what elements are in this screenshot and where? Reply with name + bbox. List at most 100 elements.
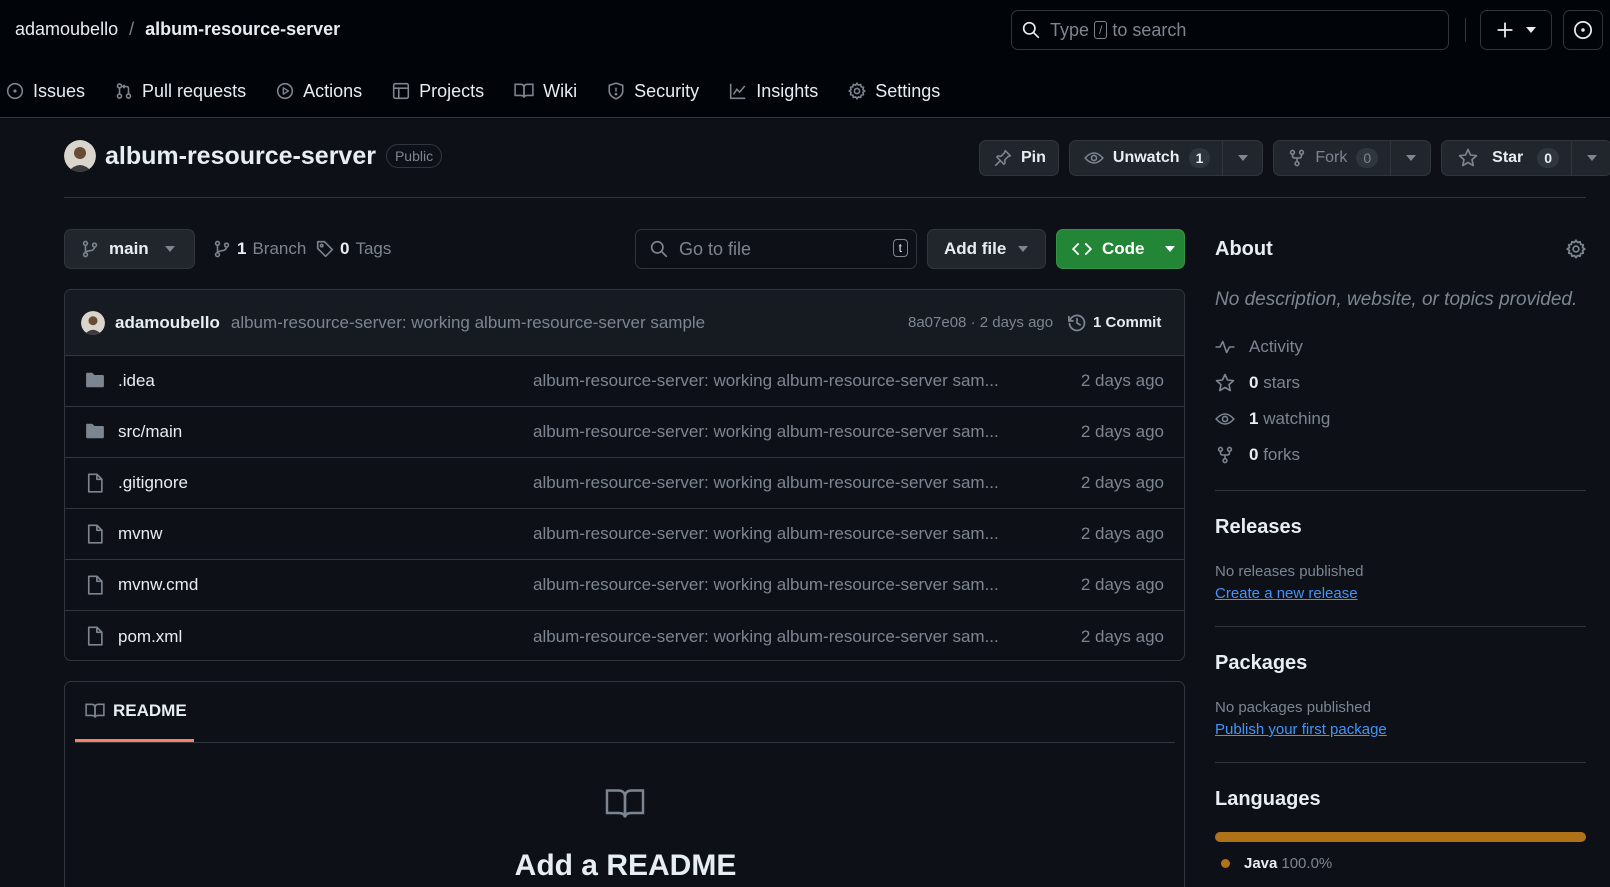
star-dropdown[interactable]	[1571, 141, 1610, 175]
table-icon	[392, 82, 410, 100]
create-release-link[interactable]: Create a new release	[1215, 585, 1358, 602]
search-placeholder-prefix: Type	[1050, 19, 1090, 40]
caret-down-icon	[1018, 246, 1029, 252]
file-name[interactable]: mvnw.cmd	[118, 575, 198, 595]
publish-package-link[interactable]: Publish your first package	[1215, 721, 1387, 738]
file-commit-message[interactable]: album-resource-server: working album-res…	[533, 473, 999, 493]
repo-link[interactable]: album-resource-server	[145, 19, 340, 40]
go-to-file-input[interactable]: Go to file t	[635, 229, 917, 269]
file-name[interactable]: pom.xml	[118, 627, 182, 647]
breadcrumb: adamoubello / album-resource-server	[15, 19, 340, 40]
commit-message[interactable]: album-resource-server: working album-res…	[231, 313, 705, 333]
file-name[interactable]: mvnw	[118, 524, 162, 544]
packages-title[interactable]: Packages	[1215, 652, 1307, 675]
pin-label: Pin	[1021, 149, 1046, 166]
file-row[interactable]: src/main album-resource-server: working …	[65, 407, 1184, 458]
language-java[interactable]: Java 100.0%	[1221, 855, 1332, 872]
pin-button[interactable]: Pin	[979, 140, 1059, 176]
forks-link[interactable]: 0 forks	[1215, 445, 1300, 465]
commit-history-link[interactable]: 1 Commit	[1067, 313, 1161, 333]
global-search-input[interactable]: Type / to search	[1011, 10, 1449, 50]
watch-dropdown[interactable]	[1222, 141, 1262, 175]
fork-button[interactable]: Fork 0	[1273, 140, 1432, 176]
branch-selector[interactable]: main	[64, 229, 195, 269]
file-commit-message[interactable]: album-resource-server: working album-res…	[533, 371, 999, 391]
watchers-link[interactable]: 1 watching	[1215, 409, 1330, 429]
tab-settings[interactable]: Settings	[848, 81, 940, 102]
activity-link[interactable]: Activity	[1215, 337, 1303, 357]
add-readme-heading: Add a README	[514, 849, 737, 882]
caret-down-icon	[1164, 246, 1175, 252]
fork-count: 0	[1356, 148, 1379, 168]
releases-title[interactable]: Releases	[1215, 516, 1302, 539]
activity-label: Activity	[1249, 337, 1303, 356]
issue-icon	[6, 82, 24, 100]
file-commit-message[interactable]: album-resource-server: working album-res…	[533, 422, 999, 442]
gear-icon	[848, 82, 866, 100]
watching-label: watching	[1263, 409, 1331, 428]
tab-label: Actions	[303, 80, 363, 101]
branches-link[interactable]: 1 Branch	[213, 229, 306, 269]
tab-issues[interactable]: Issues	[6, 81, 85, 102]
tab-actions[interactable]: Actions	[276, 81, 362, 102]
tab-label: Pull requests	[142, 80, 247, 101]
tab-security[interactable]: Security	[607, 81, 699, 102]
file-name[interactable]: src/main	[118, 422, 182, 442]
file-commit-message[interactable]: album-resource-server: working album-res…	[533, 575, 999, 595]
tab-label: Settings	[875, 80, 941, 101]
tab-insights[interactable]: Insights	[729, 81, 818, 102]
file-row[interactable]: .idea album-resource-server: working alb…	[65, 356, 1184, 407]
branch-icon	[213, 240, 231, 258]
create-new-button[interactable]	[1480, 10, 1552, 50]
languages-title: Languages	[1215, 788, 1321, 810]
stars-link[interactable]: 0 stars	[1215, 373, 1300, 393]
tab-projects[interactable]: Projects	[392, 81, 484, 102]
file-row[interactable]: pom.xml album-resource-server: working a…	[65, 611, 1184, 660]
breadcrumb-separator: /	[129, 19, 135, 39]
file-icon	[85, 575, 105, 595]
star-button[interactable]: Star 0	[1441, 140, 1610, 176]
watch-button[interactable]: Unwatch 1	[1068, 140, 1264, 176]
sidebar-divider	[1215, 762, 1586, 763]
language-bar	[1215, 832, 1586, 842]
tab-label: Issues	[33, 80, 86, 101]
gear-icon[interactable]	[1566, 239, 1586, 259]
search-icon	[1022, 21, 1040, 39]
about-header: About	[1215, 229, 1586, 269]
file-row[interactable]: .gitignore album-resource-server: workin…	[65, 458, 1184, 509]
file-row[interactable]: mvnw.cmd album-resource-server: working …	[65, 560, 1184, 611]
search-shortcut-key: /	[1094, 21, 1108, 39]
your-issues-button[interactable]	[1563, 10, 1603, 50]
owner-link[interactable]: adamoubello	[15, 19, 118, 40]
file-name[interactable]: .gitignore	[118, 473, 188, 493]
global-header: adamoubello / album-resource-server Type…	[0, 0, 1610, 118]
file-name[interactable]: .idea	[118, 371, 155, 391]
fork-dropdown[interactable]	[1390, 141, 1430, 175]
sidebar-divider	[1215, 626, 1586, 627]
add-file-button[interactable]: Add file	[927, 229, 1046, 269]
code-button[interactable]: Code	[1056, 229, 1185, 269]
tag-count-label: Tags	[355, 239, 392, 258]
go-to-file-shortcut: t	[892, 239, 908, 257]
owner-avatar[interactable]	[64, 140, 96, 172]
file-commit-message[interactable]: album-resource-server: working album-res…	[533, 524, 999, 544]
tag-count: 0	[340, 239, 350, 258]
tab-wiki[interactable]: Wiki	[514, 81, 577, 102]
file-commit-message[interactable]: album-resource-server: working album-res…	[533, 627, 999, 647]
tag-icon	[316, 240, 334, 258]
commit-hash-time[interactable]: 8a07e08 · 2 days ago	[908, 314, 1053, 331]
readme-tab-label: README	[113, 700, 187, 720]
file-row[interactable]: mvnw album-resource-server: working albu…	[65, 509, 1184, 560]
commit-author[interactable]: adamoubello	[115, 313, 220, 333]
star-count: 0	[1537, 148, 1560, 168]
commit-author-avatar[interactable]	[81, 310, 105, 335]
repo-name[interactable]: album-resource-server	[105, 142, 376, 171]
tags-link[interactable]: 0 Tags	[316, 229, 391, 269]
tab-label: Security	[634, 80, 700, 101]
watching-count: 1	[1249, 409, 1259, 428]
visibility-badge: Public	[385, 144, 443, 168]
file-list: adamoubello album-resource-server: worki…	[64, 289, 1185, 661]
file-commit-date: 2 days ago	[1080, 473, 1164, 492]
tab-pull-requests[interactable]: Pull requests	[115, 81, 246, 102]
readme-tab[interactable]: README	[75, 682, 194, 742]
